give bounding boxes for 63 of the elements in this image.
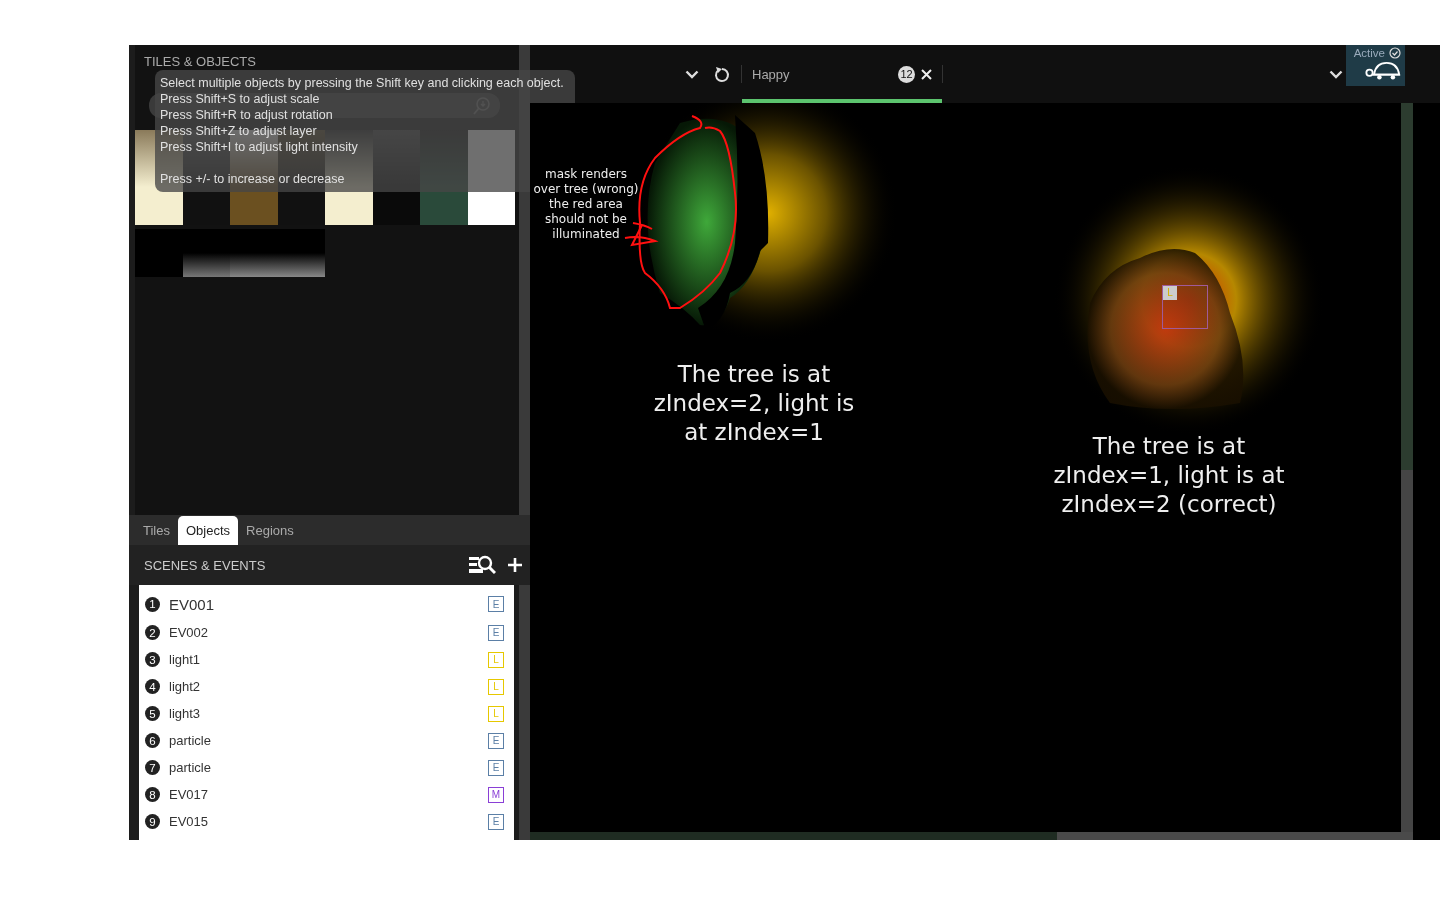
event-name: light3 [169,706,202,721]
event-item[interactable]: 3 light1 L [139,646,514,673]
event-number: 1 [145,596,160,612]
event-item[interactable]: 6 particle E [139,727,514,754]
event-name: particle [169,760,212,775]
status-label: Active [1353,47,1385,59]
annotation-text: mask renders over tree (wrong) the red area should not be illuminated [532,167,640,242]
event-name: EV017 [169,787,210,802]
turtle-icon[interactable] [1365,61,1401,81]
check-circle-icon [1389,47,1401,59]
scrollbar[interactable] [519,585,530,840]
event-item[interactable]: 2 EV002 E [139,619,514,646]
panel-title: TILES & OBJECTS [144,54,256,69]
chevron-down-icon[interactable] [1329,69,1343,79]
light-marker-label: L [1163,286,1177,300]
event-type-tag: L [488,705,504,722]
event-type-tag: E [488,732,504,749]
event-number: 5 [145,706,160,721]
tab[interactable]: Objects [177,516,239,545]
event-name: EV001 [169,595,216,613]
event-number: 9 [145,814,160,829]
event-number: 8 [145,787,160,802]
count-badge: 12 [898,65,915,83]
event-name: particle [169,733,212,748]
tab-label: Happy [752,66,791,82]
tab[interactable]: Regions [238,516,302,545]
event-number: 6 [145,733,160,748]
close-icon[interactable] [921,68,932,80]
scrollbar[interactable] [1401,103,1413,832]
event-type-tag: L [488,651,504,668]
plus-icon[interactable] [508,558,522,572]
event-item[interactable]: 5 light3 L [139,700,514,727]
status-panel[interactable]: Active [1346,45,1405,86]
event-item[interactable]: 8 EV017 M [139,781,514,808]
tile-thumbnail[interactable] [135,229,183,277]
event-type-tag: E [488,759,504,776]
event-type-tag: L [488,678,504,695]
annotation-arrow [624,222,656,246]
event-number: 4 [145,679,160,694]
scrollbar[interactable] [530,832,1413,840]
event-number: 2 [145,625,160,640]
chevron-down-icon[interactable] [685,69,699,79]
event-type-tag: E [488,624,504,641]
event-type-tag: M [488,786,504,803]
caption-text: The tree is at zIndex=2, light is at zIndex=1 [652,360,856,447]
event-name: light1 [169,652,202,667]
event-type-tag: E [488,813,504,830]
event-item[interactable]: 1 EV001 E [139,589,514,619]
event-number: 7 [145,760,160,775]
event-number: 3 [145,652,160,667]
list-search-icon[interactable] [469,555,496,575]
tab[interactable]: Tiles [135,516,178,545]
event-item[interactable]: 4 light2 L [139,673,514,700]
event-type-tag: E [488,596,504,612]
event-item[interactable]: 7 particle E [139,754,514,781]
section-title: SCENES & EVENTS [144,557,267,573]
event-item[interactable]: 9 EV015 E [139,808,514,835]
event-name: light2 [169,679,202,694]
refresh-icon[interactable] [714,65,730,83]
tile-thumbnail[interactable] [230,229,325,277]
event-name: EV002 [169,625,210,640]
event-name: EV015 [169,814,210,829]
caption-text: The tree is at zIndex=1, light is at zIndex=2 (correct) [1052,432,1286,519]
